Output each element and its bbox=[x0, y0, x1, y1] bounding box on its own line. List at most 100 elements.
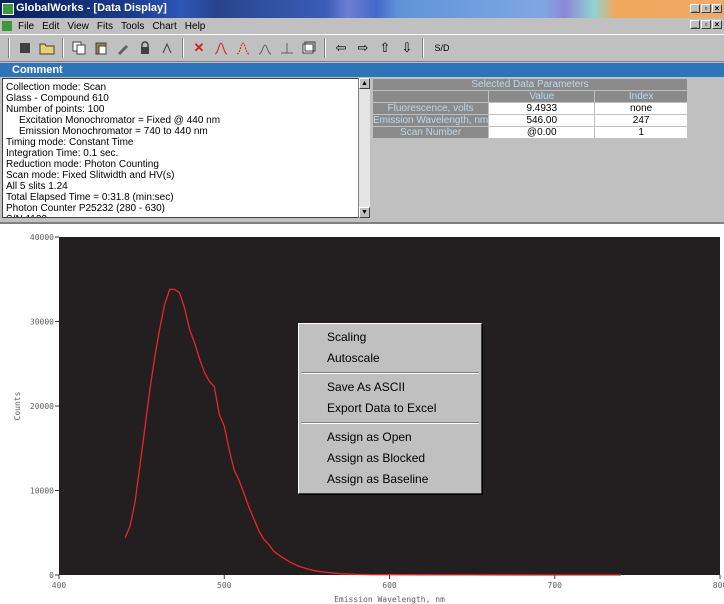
param-value[interactable]: 546.00 bbox=[488, 114, 596, 127]
document-icon[interactable] bbox=[2, 21, 12, 31]
sd-button[interactable]: S/D bbox=[430, 39, 454, 57]
context-menu: Scaling Autoscale Save As ASCII Export Data… bbox=[298, 323, 482, 494]
y-tick-label: 10000 bbox=[30, 487, 54, 496]
window-title: GlobalWorks - [Data Display] bbox=[16, 2, 167, 14]
baseline-icon[interactable] bbox=[278, 39, 296, 57]
app-icon bbox=[2, 3, 14, 15]
parameters-corner bbox=[371, 90, 490, 103]
menu-item-save-as-ascii[interactable]: Save As ASCII bbox=[299, 377, 481, 398]
arrow-right-icon[interactable]: ⇨ bbox=[354, 39, 372, 57]
x-tick-label: 500 bbox=[217, 581, 232, 590]
restore-icon[interactable]: ▫ bbox=[701, 4, 711, 13]
menu-item-assign-as-baseline[interactable]: Assign as Baseline bbox=[299, 469, 481, 490]
pick-icon[interactable] bbox=[114, 39, 132, 57]
param-label: Scan Number bbox=[371, 126, 490, 139]
comment-lines: Collection mode: Scan Glass - Compound 61… bbox=[6, 82, 366, 217]
app-window: GlobalWorks - [Data Display] _ ▫ × File … bbox=[0, 0, 724, 604]
peak2-icon[interactable] bbox=[234, 39, 252, 57]
paste-icon[interactable] bbox=[92, 39, 110, 57]
close-icon[interactable]: × bbox=[712, 4, 722, 13]
child-window-controls: _ ▫ × bbox=[690, 20, 722, 29]
comment-line: Excitation Monochromator = Fixed @ 440 n… bbox=[19, 115, 221, 126]
x-tick-label: 800 bbox=[713, 581, 724, 590]
comment-line: Timing mode: Constant Time bbox=[6, 137, 134, 148]
menu-tools[interactable]: Tools bbox=[117, 21, 148, 32]
x-axis-label: Emission Wavelength, nm bbox=[334, 595, 445, 604]
cursor-icon[interactable] bbox=[158, 39, 176, 57]
arrow-left-icon[interactable]: ⇦ bbox=[332, 39, 350, 57]
open-folder-icon[interactable] bbox=[38, 39, 56, 57]
toolbar-separator bbox=[8, 38, 10, 58]
toolbar-separator bbox=[182, 38, 184, 58]
comment-line: Scan mode: Fixed Slitwidth and HV(s) bbox=[6, 170, 175, 181]
menu-item-autoscale[interactable]: Autoscale bbox=[299, 348, 481, 369]
parameters-title: Selected Data Parameters bbox=[372, 78, 688, 91]
column-value-header: Value bbox=[488, 90, 596, 103]
toolbar-separator bbox=[324, 38, 326, 58]
window-controls: _ ▫ × bbox=[690, 4, 722, 13]
param-index[interactable]: 247 bbox=[594, 114, 688, 127]
menu-edit[interactable]: Edit bbox=[38, 21, 63, 32]
arrow-down-icon[interactable]: ⇩ bbox=[398, 39, 416, 57]
menu-item-assign-as-open[interactable]: Assign as Open bbox=[299, 427, 481, 448]
child-close-icon[interactable]: × bbox=[712, 20, 722, 29]
param-label: Emission Wavelength, nm bbox=[371, 114, 490, 127]
comment-line: Photon Counter P25232 (280 - 630) bbox=[6, 203, 165, 214]
y-tick-label: 0 bbox=[49, 571, 54, 580]
param-value[interactable]: @0.00 bbox=[488, 126, 596, 139]
toolbar-separator bbox=[422, 38, 424, 58]
child-minimize-icon[interactable]: _ bbox=[690, 20, 700, 29]
param-index[interactable]: 1 bbox=[594, 126, 688, 139]
comment-line: All 5 slits 1.24 bbox=[6, 181, 68, 192]
peak3-icon[interactable] bbox=[256, 39, 274, 57]
lock-icon[interactable] bbox=[136, 39, 154, 57]
x-tick-label: 600 bbox=[382, 581, 397, 590]
window-icon[interactable] bbox=[300, 39, 318, 57]
comment-scrollbar[interactable]: ▲ ▼ bbox=[358, 78, 370, 218]
menu-separator bbox=[301, 372, 479, 374]
comment-header: Comment bbox=[0, 63, 724, 77]
menu-help[interactable]: Help bbox=[181, 21, 210, 32]
comment-line: Glass - Compound 610 bbox=[6, 93, 109, 104]
param-label: Fluorescence, volts bbox=[371, 102, 490, 115]
column-index-header: Index bbox=[594, 90, 688, 103]
menu-item-scaling[interactable]: Scaling bbox=[299, 327, 481, 348]
delete-point-icon[interactable]: ✕ bbox=[190, 39, 208, 57]
scroll-down-icon[interactable]: ▼ bbox=[359, 207, 370, 218]
comment-line: Number of points: 100 bbox=[6, 104, 105, 115]
menu-bar: File Edit View Fits Tools Chart Help _ ▫… bbox=[0, 18, 724, 34]
comment-line: Reduction mode: Photon Counting bbox=[6, 159, 159, 170]
comment-line: S/N 1122 bbox=[6, 214, 366, 217]
menu-separator bbox=[301, 422, 479, 424]
comment-line: Emission Monochromator = 740 to 440 nm bbox=[19, 126, 208, 137]
y-tick-label: 40000 bbox=[30, 233, 54, 242]
x-tick-label: 700 bbox=[548, 581, 563, 590]
comment-textbox[interactable]: Collection mode: Scan Glass - Compound 61… bbox=[2, 78, 370, 218]
comment-line: Integration Time: 0.1 sec. bbox=[6, 148, 119, 159]
menu-item-export-data-to-excel[interactable]: Export Data to Excel bbox=[299, 398, 481, 419]
title-bar[interactable]: GlobalWorks - [Data Display] _ ▫ × bbox=[0, 0, 724, 18]
y-tick-label: 20000 bbox=[30, 402, 54, 411]
child-restore-icon[interactable]: ▫ bbox=[701, 20, 711, 29]
menu-view[interactable]: View bbox=[63, 21, 93, 32]
scroll-up-icon[interactable]: ▲ bbox=[359, 78, 370, 89]
copy-icon[interactable] bbox=[70, 39, 88, 57]
comment-line: Total Elapsed Time = 0:31.8 (min:sec) bbox=[6, 192, 174, 203]
stop-icon[interactable] bbox=[16, 39, 34, 57]
y-tick-label: 30000 bbox=[30, 318, 54, 327]
toolbar: ✕ ⇦ ⇨ ⇧ ⇩ S/D bbox=[0, 34, 724, 62]
x-tick-label: 400 bbox=[52, 581, 67, 590]
toolbar-separator bbox=[62, 38, 64, 58]
menu-fits[interactable]: Fits bbox=[93, 21, 117, 32]
minimize-icon[interactable]: _ bbox=[690, 4, 700, 13]
arrow-up-icon[interactable]: ⇧ bbox=[376, 39, 394, 57]
y-axis-label: Counts bbox=[13, 391, 22, 420]
menu-chart[interactable]: Chart bbox=[148, 21, 180, 32]
peak-icon[interactable] bbox=[212, 39, 230, 57]
menu-file[interactable]: File bbox=[14, 21, 38, 32]
param-value[interactable]: 9.4933 bbox=[488, 102, 596, 115]
menu-item-assign-as-blocked[interactable]: Assign as Blocked bbox=[299, 448, 481, 469]
parameters-table: Selected Data Parameters Value Index Flu… bbox=[371, 78, 688, 139]
comment-line: Collection mode: Scan bbox=[6, 82, 107, 93]
param-index[interactable]: none bbox=[594, 102, 688, 115]
